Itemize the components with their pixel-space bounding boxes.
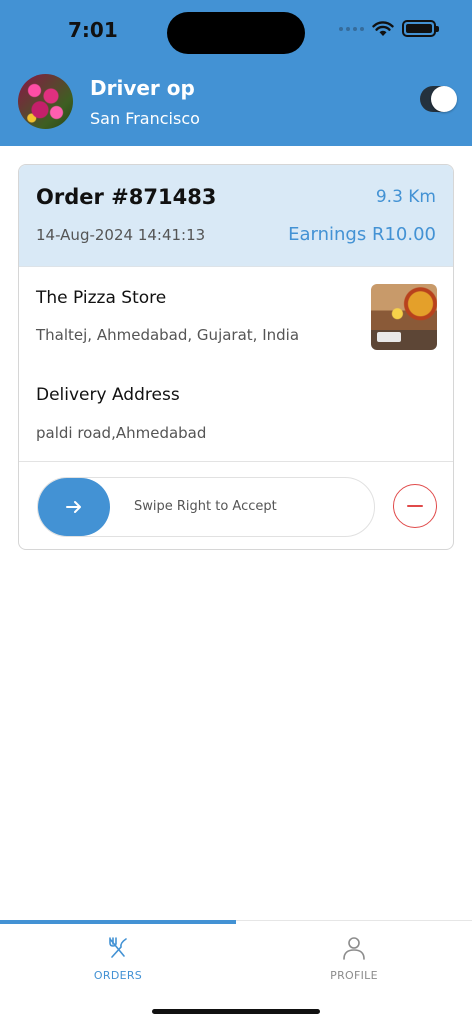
signal-icon [339, 26, 364, 31]
wifi-icon [372, 20, 394, 37]
store-name: The Pizza Store [36, 288, 167, 308]
tab-profile[interactable]: PROFILE [236, 935, 472, 982]
tab-orders[interactable]: ORDERS [0, 935, 236, 982]
fork-knife-icon [109, 937, 127, 958]
swipe-to-accept[interactable]: Swipe Right to Accept [37, 477, 375, 537]
person-icon [343, 937, 365, 960]
order-card[interactable]: Order #871483 9.3 Km 14-Aug-2024 14:41:1… [18, 164, 454, 550]
avatar[interactable] [18, 74, 73, 129]
toggle-knob [431, 86, 457, 112]
dynamic-island [167, 12, 305, 54]
battery-icon [402, 20, 439, 37]
order-earnings: Earnings R10.00 [288, 224, 436, 245]
orders-screen: 7:01 Driver op San Francisco Order #8714… [0, 0, 472, 1024]
order-datetime: 14-Aug-2024 14:41:13 [36, 226, 206, 244]
online-toggle[interactable] [420, 86, 457, 112]
active-tab-indicator [0, 920, 236, 924]
tab-orders-label: ORDERS [93, 969, 143, 982]
order-distance: 9.3 Km [375, 187, 436, 207]
arrow-right-icon [66, 501, 81, 513]
status-time: 7:01 [68, 18, 118, 42]
delivery-title: Delivery Address [36, 385, 180, 405]
order-number: Order #871483 [36, 185, 217, 209]
home-indicator [152, 1009, 320, 1014]
divider [19, 461, 453, 462]
store-address: Thaltej, Ahmedabad, Gujarat, India [36, 326, 300, 344]
status-icons [339, 20, 439, 37]
reject-button[interactable] [393, 484, 437, 528]
driver-name: Driver op [90, 76, 195, 100]
swipe-label: Swipe Right to Accept [134, 499, 277, 514]
driver-city: San Francisco [90, 109, 200, 128]
tab-profile-label: PROFILE [330, 969, 378, 982]
minus-icon [407, 505, 423, 507]
order-card-header: Order #871483 9.3 Km 14-Aug-2024 14:41:1… [19, 165, 453, 267]
delivery-address: paldi road,Ahmedabad [36, 424, 207, 442]
swipe-handle[interactable] [38, 478, 110, 536]
app-header: 7:01 Driver op San Francisco [0, 0, 472, 146]
store-image [371, 284, 437, 350]
